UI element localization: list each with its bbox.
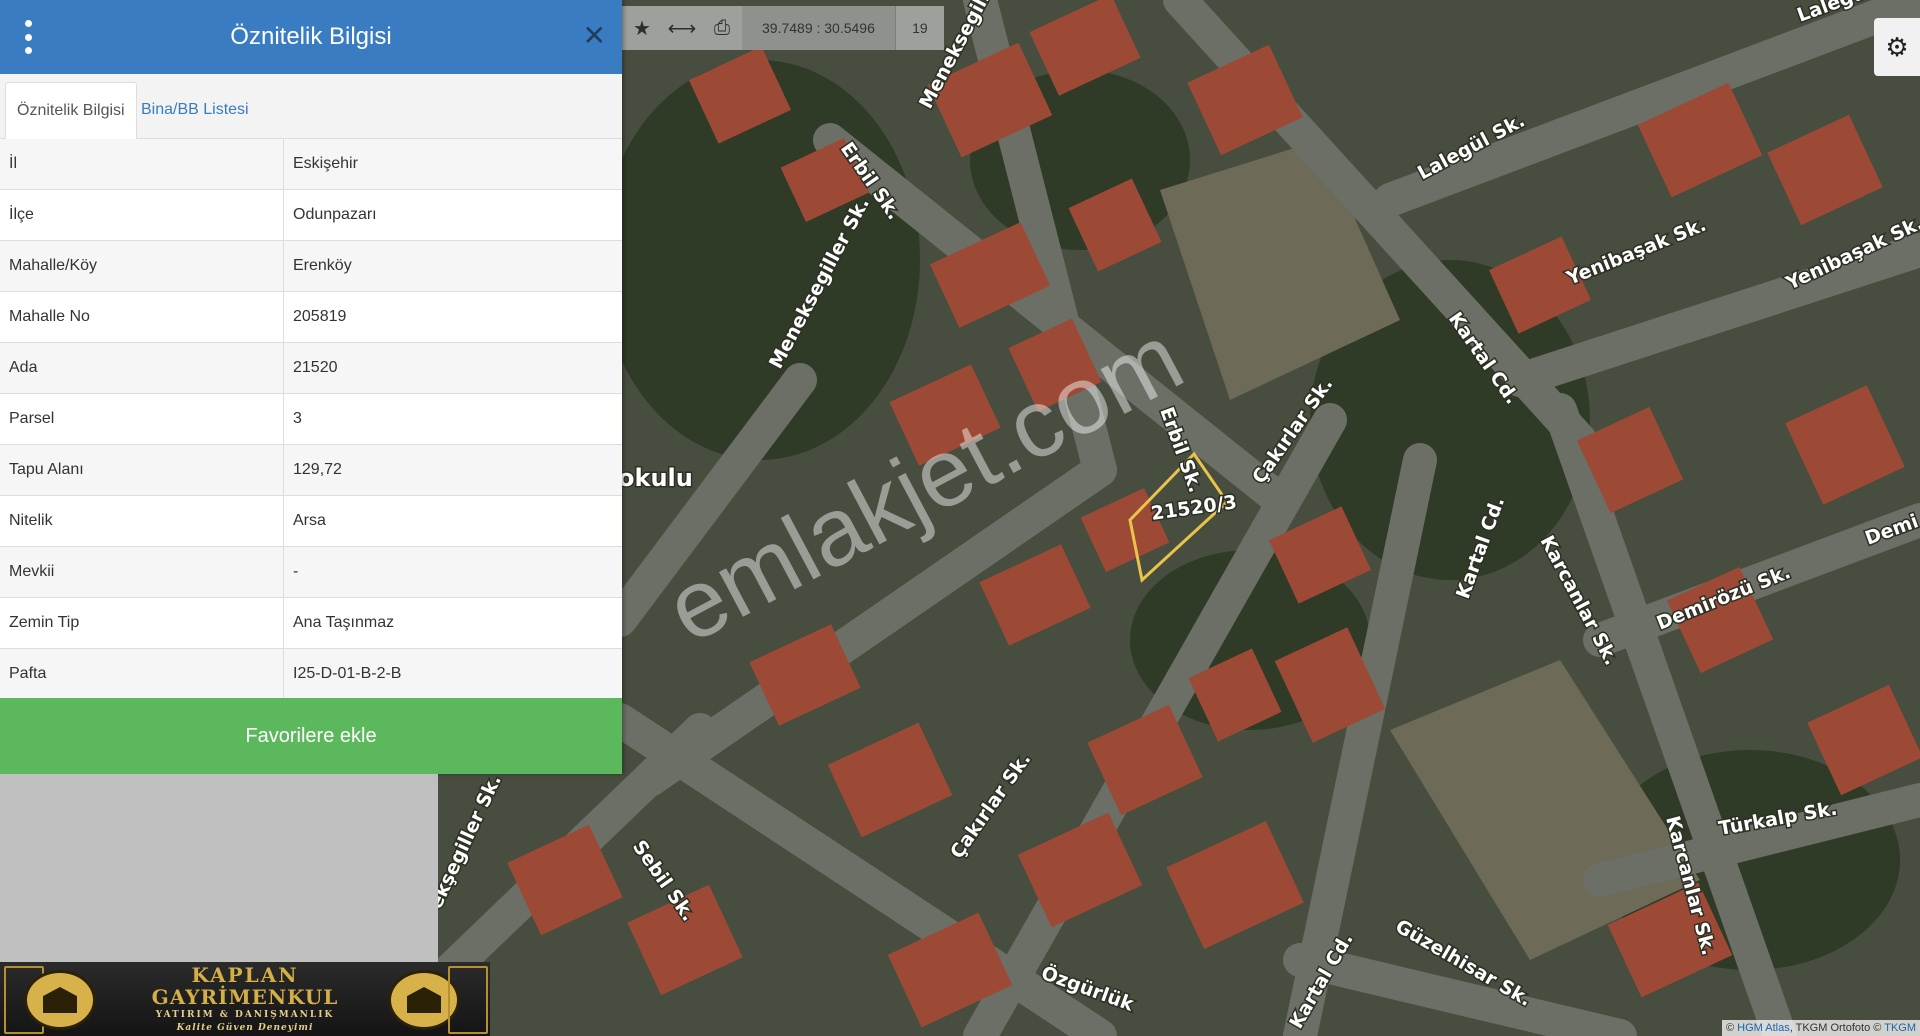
panel-tabs: Öznitelik Bilgisi Bina/BB Listesi (0, 74, 622, 139)
logo-line4: Kalite Güven Deneyimi (176, 1023, 314, 1033)
attribution-mid: , TKGM Ortofoto © (1789, 1022, 1885, 1034)
close-icon[interactable]: ✕ (583, 22, 606, 50)
attribute-key: Nitelik (0, 495, 284, 547)
attribute-value: Arsa (283, 495, 622, 547)
attribute-key: İl (0, 139, 284, 190)
logo-frame-right (448, 966, 488, 1034)
zoom-level: 19 (894, 6, 944, 50)
attribute-key: Mahalle/Köy (0, 240, 284, 292)
company-logo: KAPLAN GAYRİMENKUL YATIRIM & DANIŞMANLIK… (0, 962, 490, 1036)
attribute-value: 21520 (283, 342, 622, 394)
place-label: okulu (618, 464, 693, 492)
attribute-key: Mahalle No (0, 291, 284, 343)
logo-line1: KAPLAN (191, 963, 299, 987)
logo-line3: YATIRIM & DANIŞMANLIK (155, 1010, 335, 1020)
gear-icon[interactable]: ⚙ (1874, 18, 1920, 76)
table-row: Mevkii - (0, 546, 622, 598)
table-row: Mahalle/Köy Erenköy (0, 240, 622, 292)
table-row: Ada 21520 (0, 342, 622, 394)
panel-header: Öznitelik Bilgisi ✕ (0, 0, 622, 74)
attribute-value: 129,72 (283, 444, 622, 496)
star-icon[interactable]: ★ (622, 6, 662, 50)
table-row: Nitelik Arsa (0, 495, 622, 547)
hgm-atlas-link[interactable]: HGM Atlas (1737, 1022, 1790, 1034)
panel-shadow-area (0, 774, 438, 962)
attribute-key: Zemin Tip (0, 597, 284, 649)
attribute-value: - (283, 546, 622, 598)
logo-text: KAPLAN GAYRİMENKUL YATIRIM & DANIŞMANLIK… (130, 964, 360, 1034)
attribute-key: Pafta (0, 648, 284, 700)
map-toolbar: ★ ⟷ ⎙ 39.7489 : 30.5496 19 (622, 6, 944, 50)
attribute-key: Ada (0, 342, 284, 394)
measure-icon[interactable]: ⟷ (662, 6, 702, 50)
table-row: İlçe Odunpazarı (0, 189, 622, 241)
coordinate-readout: 39.7489 : 30.5496 (742, 6, 895, 50)
map-attribution: © HGM Atlas, TKGM Ortofoto © TKGM (1721, 1020, 1920, 1036)
logo-line2: GAYRİMENKUL (151, 985, 339, 1009)
table-row: Pafta I25-D-01-B-2-B (0, 648, 622, 700)
attribute-value: 3 (283, 393, 622, 445)
attribute-key: Parsel (0, 393, 284, 445)
logo-seal-left-icon (24, 970, 96, 1030)
table-row: Parsel 3 (0, 393, 622, 445)
table-row: Mahalle No 205819 (0, 291, 622, 343)
attribute-key: Mevkii (0, 546, 284, 598)
tab-bina-bb-listesi[interactable]: Bina/BB Listesi (130, 82, 260, 138)
attribute-value: 205819 (283, 291, 622, 343)
attribute-value: I25-D-01-B-2-B (283, 648, 622, 700)
attribute-value: Eskişehir (283, 139, 622, 190)
print-icon[interactable]: ⎙ (702, 6, 742, 50)
attribute-value: Odunpazarı (283, 189, 622, 241)
attribute-panel: Öznitelik Bilgisi ✕ Öznitelik Bilgisi Bi… (0, 0, 622, 774)
attribute-key: İlçe (0, 189, 284, 241)
table-row: Tapu Alanı 129,72 (0, 444, 622, 496)
table-row: Zemin Tip Ana Taşınmaz (0, 597, 622, 649)
attribute-value: Erenköy (283, 240, 622, 292)
attribute-value: Ana Taşınmaz (283, 597, 622, 649)
attribution-prefix: © (1725, 1022, 1738, 1034)
tkgm-link[interactable]: TKGM (1884, 1022, 1916, 1034)
attribute-table: İl Eskişehir İlçe Odunpazarı Mahalle/Köy Eren… (0, 139, 622, 700)
table-row: İl Eskişehir (0, 139, 622, 190)
panel-title: Öznitelik Bilgisi (230, 23, 392, 50)
add-to-favorites-button[interactable]: Favorilere ekle (0, 698, 622, 774)
attribute-key: Tapu Alanı (0, 444, 284, 496)
tab-oznitelik-bilgisi[interactable]: Öznitelik Bilgisi (5, 82, 137, 139)
